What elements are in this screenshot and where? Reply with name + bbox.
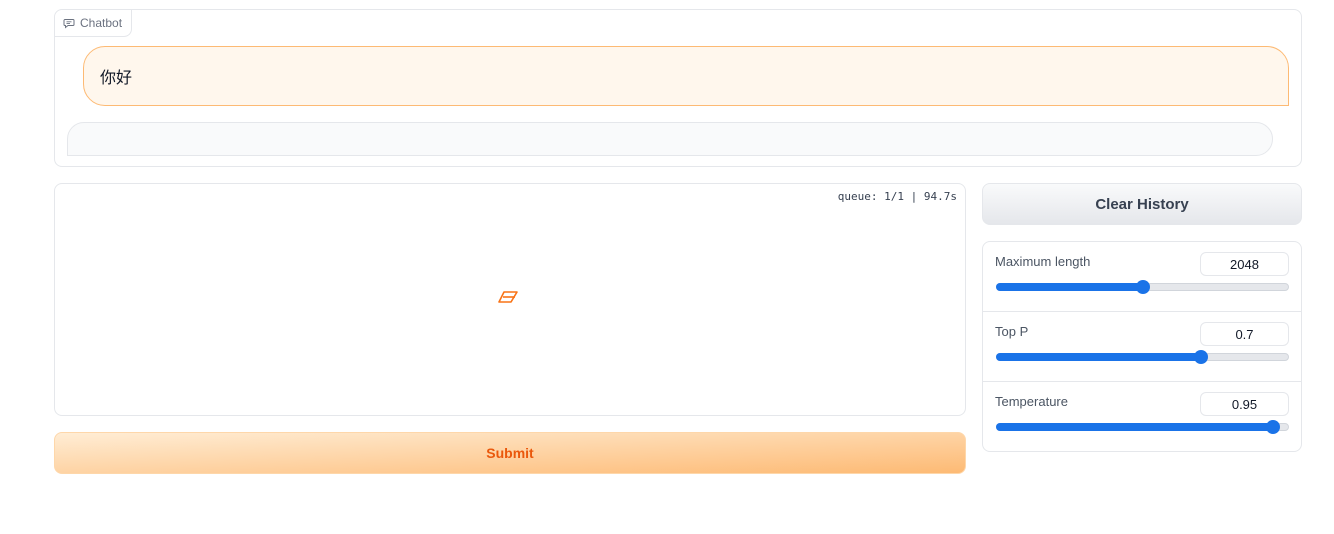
user-message-text: 你好: [100, 70, 133, 87]
top-p-slider-thumb[interactable]: [1193, 350, 1208, 364]
temperature-input[interactable]: 0.95: [1200, 392, 1289, 416]
top-p-slider-fill: [996, 353, 1201, 361]
max-length-input[interactable]: 2048: [1200, 252, 1289, 276]
clear-history-button[interactable]: Clear History: [982, 183, 1302, 225]
slider-row-top-p: Top P 0.7: [983, 312, 1301, 382]
top-p-slider[interactable]: [996, 350, 1289, 364]
top-p-label: Top P: [995, 324, 1029, 339]
queue-status: queue: 1/1 | 94.7s: [837, 190, 957, 203]
chatbot-label: Chatbot: [55, 10, 133, 37]
temperature-slider-thumb[interactable]: [1266, 420, 1281, 434]
user-message: 你好: [83, 46, 1289, 106]
input-textbox-area[interactable]: queue: 1/1 | 94.7s: [54, 183, 966, 416]
loading-spinner-icon: [498, 290, 520, 304]
max-length-label: Maximum length: [995, 254, 1091, 269]
submit-button[interactable]: Submit: [54, 432, 966, 474]
chatbot-label-text: Chatbot: [80, 16, 123, 30]
temperature-label: Temperature: [995, 394, 1068, 409]
chatbot-panel: Chatbot 你好: [54, 9, 1302, 167]
slider-row-temperature: Temperature 0.95: [983, 382, 1301, 451]
chat-bubble-icon: [63, 17, 75, 29]
max-length-slider[interactable]: [996, 280, 1289, 294]
top-p-input[interactable]: 0.7: [1200, 322, 1289, 346]
max-length-slider-fill: [996, 283, 1143, 291]
settings-panel: Maximum length 2048 Top P 0.7 Temperatur…: [982, 241, 1302, 452]
temperature-slider-fill: [996, 423, 1274, 431]
bot-message: [67, 122, 1273, 156]
slider-row-max-length: Maximum length 2048: [983, 242, 1301, 312]
max-length-slider-thumb[interactable]: [1135, 280, 1150, 294]
temperature-slider[interactable]: [996, 420, 1289, 434]
